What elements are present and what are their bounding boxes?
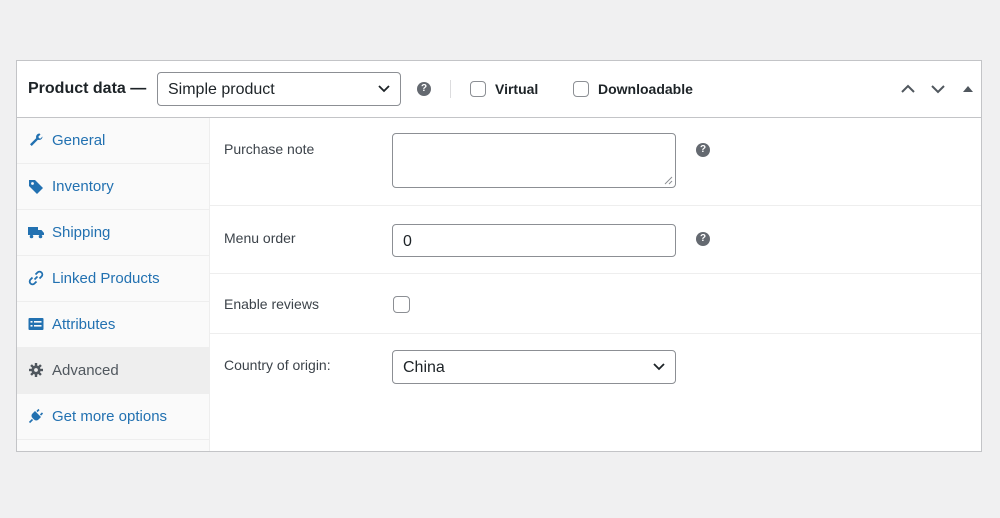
chevron-up-icon[interactable] bbox=[900, 83, 916, 95]
tab-inventory[interactable]: Inventory bbox=[17, 164, 209, 210]
truck-icon bbox=[28, 227, 44, 239]
menu-order-row: Menu order 0 ? bbox=[210, 206, 981, 274]
country-of-origin-label: Country of origin: bbox=[224, 357, 331, 373]
header-divider bbox=[450, 80, 451, 98]
tab-label: Get more options bbox=[52, 408, 168, 425]
tab-label: Shipping bbox=[52, 224, 111, 241]
tab-general[interactable]: General bbox=[17, 118, 209, 164]
chevron-down-icon[interactable] bbox=[930, 83, 946, 95]
enable-reviews-row: Enable reviews bbox=[210, 274, 981, 334]
enable-reviews-checkbox[interactable] bbox=[393, 296, 410, 313]
gear-icon bbox=[29, 363, 43, 377]
tab-attributes[interactable]: Attributes bbox=[17, 302, 209, 348]
tab-get-more-options[interactable]: Get more options bbox=[17, 394, 209, 440]
country-of-origin-value: China bbox=[403, 359, 445, 376]
country-of-origin-row: Country of origin: China bbox=[210, 334, 981, 424]
link-icon bbox=[28, 270, 44, 286]
chevron-down-icon bbox=[378, 85, 390, 93]
chevron-down-icon bbox=[653, 363, 665, 371]
tab-shipping[interactable]: Shipping bbox=[17, 210, 209, 256]
downloadable-checkbox[interactable] bbox=[573, 81, 589, 97]
help-icon[interactable]: ? bbox=[417, 82, 431, 96]
product-data-header: Product data — Simple product ? Virtual … bbox=[17, 61, 981, 118]
purchase-note-row: Purchase note ? bbox=[210, 118, 981, 206]
menu-order-value: 0 bbox=[403, 233, 412, 250]
virtual-checkbox[interactable] bbox=[470, 81, 486, 97]
product-data-tabs: General Inventory Shipping Linked Produc… bbox=[17, 118, 210, 451]
tab-label: Attributes bbox=[52, 316, 116, 333]
wrench-icon bbox=[30, 133, 43, 146]
resize-grip-icon[interactable] bbox=[664, 176, 673, 185]
list-icon bbox=[28, 318, 44, 330]
purchase-note-textarea[interactable] bbox=[392, 133, 676, 188]
tab-label: Inventory bbox=[52, 178, 114, 195]
tab-label: Advanced bbox=[52, 362, 119, 379]
plugin-icon bbox=[28, 408, 44, 424]
menu-order-input[interactable]: 0 bbox=[392, 224, 676, 257]
country-of-origin-select[interactable]: China bbox=[392, 350, 676, 384]
collapse-toggle-icon[interactable] bbox=[962, 84, 974, 94]
tab-label: Linked Products bbox=[52, 270, 160, 287]
purchase-note-label: Purchase note bbox=[224, 141, 315, 157]
enable-reviews-label: Enable reviews bbox=[224, 296, 319, 312]
tab-advanced[interactable]: Advanced bbox=[17, 348, 209, 394]
tag-icon bbox=[29, 180, 43, 194]
help-icon[interactable]: ? bbox=[696, 143, 710, 157]
downloadable-label[interactable]: Downloadable bbox=[598, 81, 693, 97]
product-data-panel: Product data — Simple product ? Virtual … bbox=[16, 60, 982, 452]
tab-linked-products[interactable]: Linked Products bbox=[17, 256, 209, 302]
tab-label: General bbox=[52, 132, 106, 149]
product-type-select[interactable]: Simple product bbox=[157, 72, 401, 106]
product-type-value: Simple product bbox=[168, 81, 275, 98]
panel-title: Product data — bbox=[28, 80, 147, 97]
virtual-label[interactable]: Virtual bbox=[495, 81, 538, 97]
help-icon[interactable]: ? bbox=[696, 232, 710, 246]
menu-order-label: Menu order bbox=[224, 230, 296, 246]
